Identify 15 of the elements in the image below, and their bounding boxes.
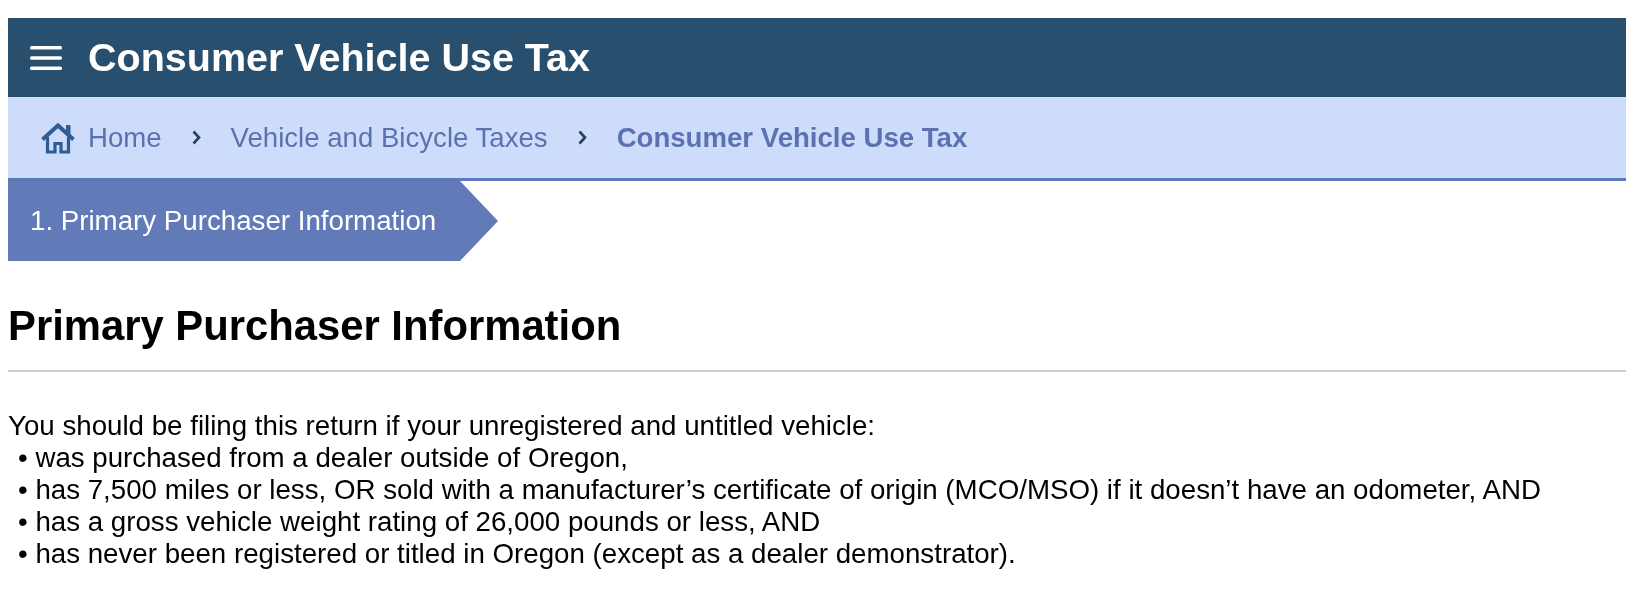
- chevron-icon: [577, 130, 587, 145]
- step-tab[interactable]: 1. Primary Purchaser Information: [8, 181, 498, 261]
- bullet-item: • has a gross vehicle weight rating of 26,000 pounds or less, AND: [17, 506, 821, 538]
- page-title: Consumer Vehicle Use Tax: [88, 35, 590, 80]
- home-link[interactable]: Home: [40, 121, 162, 154]
- intro-text: You should be filing this return if your unregistered and untitled vehicle:: [8, 410, 876, 442]
- menu-icon[interactable]: [30, 45, 62, 70]
- home-icon: [40, 121, 76, 154]
- chevron-icon: [191, 130, 201, 145]
- bullet-item: • has never been registered or titled in Oregon (except as a dealer demonstrator).: [17, 538, 1016, 570]
- breadcrumb-link[interactable]: Vehicle and Bicycle Taxes: [230, 121, 548, 154]
- section-heading: Primary Purchaser Information: [8, 302, 623, 350]
- bullet-item: • was purchased from a dealer outside of Oregon,: [17, 442, 628, 474]
- breadcrumb-link[interactable]: Consumer Vehicle Use Tax: [616, 121, 968, 154]
- bullet-item: • has 7,500 miles or less, OR sold with a manufacturer’s certificate of origin (MCO/MSO) if it doesn’t have an odometer, AND: [17, 474, 1541, 506]
